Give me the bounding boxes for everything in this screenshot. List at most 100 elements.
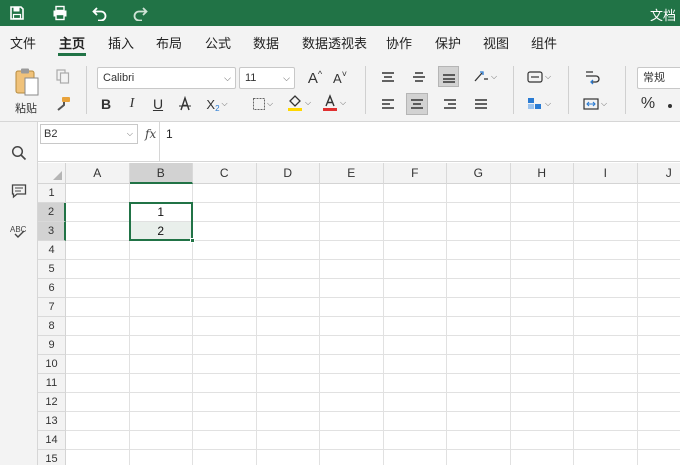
cell-c13[interactable] (193, 412, 257, 431)
cell-i2[interactable] (574, 203, 638, 222)
cell-f3[interactable] (383, 222, 447, 241)
cell-c5[interactable] (193, 260, 257, 279)
select-all-button[interactable] (38, 163, 66, 184)
cell-b1[interactable] (129, 184, 193, 203)
underline-button[interactable]: U (150, 94, 166, 114)
row-header-10[interactable]: 10 (38, 355, 66, 374)
row-header-8[interactable]: 8 (38, 317, 66, 336)
cell-i4[interactable] (574, 241, 638, 260)
cell-g3[interactable] (447, 222, 511, 241)
cell-j10[interactable] (637, 355, 680, 374)
cell-a13[interactable] (66, 412, 130, 431)
cell-c4[interactable] (193, 241, 257, 260)
cell-e11[interactable] (320, 374, 384, 393)
cell-b7[interactable] (129, 298, 193, 317)
fill-handle[interactable] (190, 238, 195, 243)
name-box[interactable]: B2 ⌵ (40, 124, 138, 144)
cell-c8[interactable] (193, 317, 257, 336)
border-icon[interactable]: ⌵ (250, 94, 276, 114)
merge-cells-icon[interactable]: ⌵ (580, 94, 610, 114)
cell-e5[interactable] (320, 260, 384, 279)
cell-h5[interactable] (510, 260, 574, 279)
column-header-h[interactable]: H (510, 163, 574, 184)
cell-a2[interactable] (66, 203, 130, 222)
column-header-f[interactable]: F (383, 163, 447, 184)
cell-i8[interactable] (574, 317, 638, 336)
cell-f4[interactable] (383, 241, 447, 260)
cell-i1[interactable] (574, 184, 638, 203)
column-header-d[interactable]: D (256, 163, 320, 184)
cell-g1[interactable] (447, 184, 511, 203)
align-center-icon[interactable] (406, 93, 428, 115)
cell-h10[interactable] (510, 355, 574, 374)
menu-layout[interactable]: 布局 (156, 33, 182, 52)
cell-j7[interactable] (637, 298, 680, 317)
cell-f7[interactable] (383, 298, 447, 317)
row-header-15[interactable]: 15 (38, 450, 66, 465)
save-icon[interactable] (6, 3, 28, 23)
menu-widgets[interactable]: 组件 (531, 33, 557, 52)
cell-j15[interactable] (638, 450, 680, 465)
column-header-g[interactable]: G (447, 163, 511, 184)
cell-d15[interactable] (257, 450, 320, 465)
text-orientation-icon[interactable]: ⌵ (470, 67, 500, 87)
cell-b11[interactable] (129, 374, 193, 393)
menu-view[interactable]: 视图 (483, 33, 509, 52)
percent-button[interactable]: % (639, 94, 657, 114)
font-name-dropdown[interactable]: Calibri ⌵ (97, 67, 236, 89)
cell-g11[interactable] (447, 374, 511, 393)
cell-g9[interactable] (447, 336, 511, 355)
cell-i6[interactable] (574, 279, 638, 298)
row-header-7[interactable]: 7 (38, 298, 66, 317)
cell-j9[interactable] (637, 336, 680, 355)
column-header-e[interactable]: E (320, 163, 384, 184)
redo-icon[interactable] (129, 3, 151, 23)
cell-c9[interactable] (193, 336, 257, 355)
italic-button[interactable]: I (124, 94, 140, 114)
cell-a6[interactable] (66, 279, 130, 298)
spellcheck-icon[interactable]: ABC (8, 220, 30, 242)
cell-f8[interactable] (383, 317, 447, 336)
cell-d11[interactable] (256, 374, 320, 393)
cell-a12[interactable] (66, 393, 130, 412)
cell-b14[interactable] (129, 431, 193, 450)
cell-h8[interactable] (510, 317, 574, 336)
row-header-11[interactable]: 11 (38, 374, 66, 393)
column-header-c[interactable]: C (193, 163, 257, 184)
menu-home[interactable]: 主页 (59, 33, 85, 52)
cell-e12[interactable] (320, 393, 384, 412)
function-icon[interactable]: fx (145, 124, 159, 144)
cell-c1[interactable] (193, 184, 257, 203)
cell-i9[interactable] (574, 336, 638, 355)
cell-h12[interactable] (510, 393, 574, 412)
decrease-font-size-icon[interactable]: A ˅ (330, 68, 350, 88)
cell-j13[interactable] (637, 412, 680, 431)
menu-insert[interactable]: 插入 (108, 33, 134, 52)
fill-color-icon[interactable]: ⌵ (284, 92, 314, 114)
formula-input[interactable]: 1 (166, 127, 173, 141)
menu-collaborate[interactable]: 协作 (386, 33, 412, 52)
cell-i10[interactable] (574, 355, 638, 374)
cell-c10[interactable] (193, 355, 257, 374)
row-header-1[interactable]: 1 (38, 184, 66, 203)
cell-g6[interactable] (447, 279, 511, 298)
cell-h6[interactable] (510, 279, 574, 298)
cell-h3[interactable] (510, 222, 574, 241)
cell-b12[interactable] (129, 393, 193, 412)
cell-d14[interactable] (256, 431, 320, 450)
cell-d10[interactable] (256, 355, 320, 374)
row-header-3[interactable]: 3 (38, 222, 66, 241)
cell-a15[interactable] (66, 450, 130, 465)
cell-b15[interactable] (130, 450, 193, 465)
cell-j14[interactable] (637, 431, 680, 450)
cell-g8[interactable] (447, 317, 511, 336)
subscript-icon[interactable]: X 2 ⌵ (203, 94, 231, 114)
cell-a4[interactable] (66, 241, 130, 260)
cell-a8[interactable] (66, 317, 130, 336)
cell-j3[interactable] (637, 222, 680, 241)
menu-pivot-table[interactable]: 数据透视表 (302, 33, 367, 52)
cell-h14[interactable] (510, 431, 574, 450)
cell-b2[interactable]: 1 (129, 203, 193, 222)
cell-i3[interactable] (574, 222, 638, 241)
cell-d7[interactable] (256, 298, 320, 317)
